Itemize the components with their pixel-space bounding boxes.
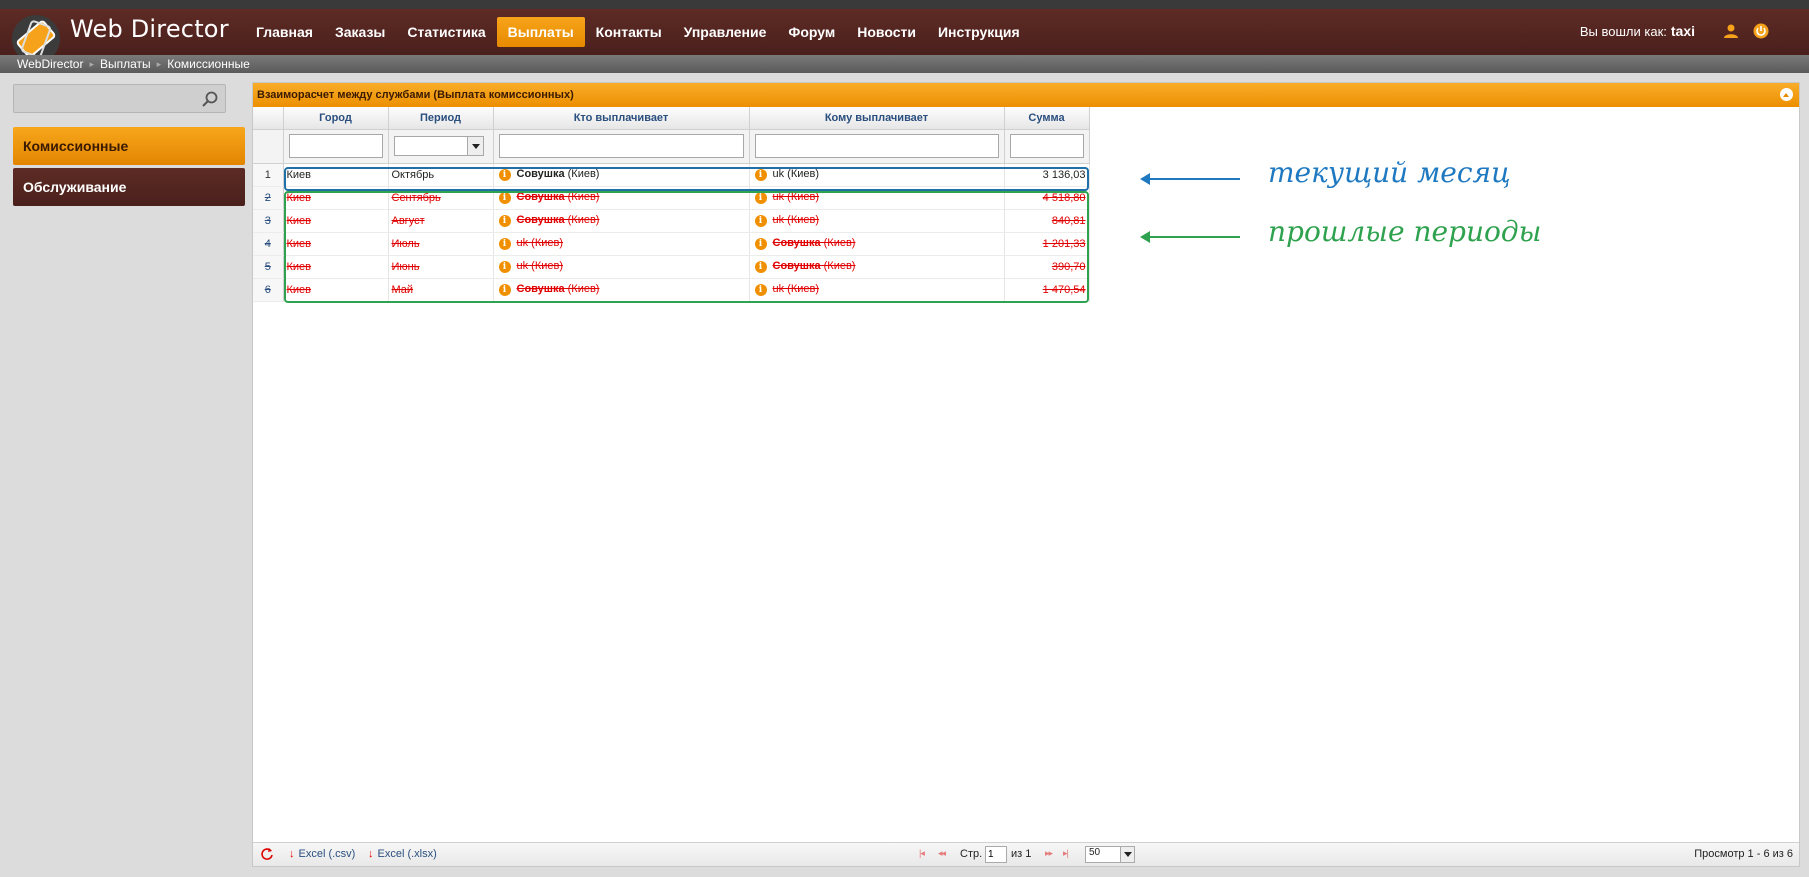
chevron-down-icon[interactable] xyxy=(1120,847,1134,862)
filter-period-select[interactable] xyxy=(393,136,484,156)
download-icon: ↓ xyxy=(289,848,295,860)
breadcrumb-separator-icon: ▸ xyxy=(89,59,94,69)
past-periods-arrow-icon xyxy=(1140,231,1240,243)
breadcrumb-separator-icon: ▸ xyxy=(156,59,162,69)
breadcrumb-payments[interactable]: Выплаты xyxy=(100,57,151,71)
filter-row xyxy=(253,129,1090,164)
page-size-value: 50 xyxy=(1089,847,1101,858)
row-number: 5 xyxy=(253,255,284,279)
column-header-rownum xyxy=(253,107,284,130)
breadcrumb-webdirector[interactable]: WebDirector xyxy=(17,57,83,71)
nav-statistics[interactable]: Статистика xyxy=(396,17,496,47)
nav-news[interactable]: Новости xyxy=(846,17,927,47)
sidebar-item-service[interactable]: Обслуживание xyxy=(13,168,245,206)
current-month-annotation: текущий месяц xyxy=(1268,156,1511,189)
chevron-down-icon[interactable] xyxy=(466,137,483,155)
export-csv-button[interactable]: ↓ Excel (.csv) xyxy=(289,848,355,860)
nav-contacts[interactable]: Контакты xyxy=(585,17,673,47)
export-xlsx-button[interactable]: ↓ Excel (.xlsx) xyxy=(368,848,437,860)
row-number: 4 xyxy=(253,232,284,256)
refresh-icon[interactable] xyxy=(260,847,274,861)
collapse-panel-icon[interactable] xyxy=(1780,88,1793,101)
pager-bar: ↓ Excel (.csv) ↓ Excel (.xlsx) |◂ ◂◂ Стр… xyxy=(253,842,1799,866)
filter-payer-input[interactable] xyxy=(498,134,744,158)
filter-period-cell xyxy=(388,129,494,164)
search-input[interactable] xyxy=(14,85,194,112)
user-area: Вы вошли как: taxi xyxy=(1580,23,1769,39)
export-xlsx-label: Excel (.xlsx) xyxy=(377,848,437,860)
column-header-sum[interactable]: Сумма xyxy=(1004,107,1090,130)
main-nav: Главная Заказы Статистика Выплаты Контак… xyxy=(245,17,1031,47)
column-header-period[interactable]: Период xyxy=(388,107,494,130)
nav-instructions[interactable]: Инструкция xyxy=(927,17,1031,47)
filter-payer-cell xyxy=(493,129,750,164)
page-count-label: из 1 xyxy=(1011,848,1032,860)
next-page-icon[interactable]: ▸▸ xyxy=(1045,848,1053,859)
filter-city-cell xyxy=(283,129,389,164)
row-number: 2 xyxy=(253,186,284,210)
page-label: Стр. xyxy=(960,848,983,860)
breadcrumb: WebDirector ▸ Выплаты ▸ Комиссионные xyxy=(17,57,250,71)
app-title: Web Director xyxy=(70,15,229,43)
prev-page-icon[interactable]: ◂◂ xyxy=(938,848,946,859)
page-number-input[interactable] xyxy=(985,846,1007,863)
filter-payee-cell xyxy=(749,129,1005,164)
window-top-strip xyxy=(0,0,1809,9)
first-page-icon[interactable]: |◂ xyxy=(919,848,925,859)
nav-orders[interactable]: Заказы xyxy=(324,17,396,47)
row-number: 3 xyxy=(253,209,284,233)
column-header-city[interactable]: Город xyxy=(283,107,389,130)
search-icon[interactable] xyxy=(201,90,219,108)
filter-sum-cell xyxy=(1004,129,1090,164)
filter-sum-input[interactable] xyxy=(1009,134,1084,158)
current-month-arrow-icon xyxy=(1140,173,1240,185)
breadcrumb-commissions: Комиссионные xyxy=(167,57,250,71)
table-header-row: Город Период Кто выплачивает Кому выплач… xyxy=(253,107,1090,130)
user-name: taxi xyxy=(1670,23,1695,39)
page-size-select[interactable]: 50 xyxy=(1085,846,1135,863)
sidebar-item-commissions[interactable]: Комиссионные xyxy=(13,127,245,165)
past-periods-annotation: прошлые периоды xyxy=(1268,215,1542,248)
row-number: 1 xyxy=(253,163,284,187)
power-logout-icon[interactable] xyxy=(1753,23,1769,39)
nav-forum[interactable]: Форум xyxy=(777,17,846,47)
filter-city-input[interactable] xyxy=(288,134,383,158)
panel-title: Взаиморасчет между службами (Выплата ком… xyxy=(257,89,574,101)
panel-title-bar: Взаиморасчет между службами (Выплата ком… xyxy=(253,83,1799,107)
column-header-payee[interactable]: Кому выплачивает xyxy=(749,107,1005,130)
column-header-payer[interactable]: Кто выплачивает xyxy=(493,107,750,130)
nav-home[interactable]: Главная xyxy=(245,17,324,47)
export-csv-label: Excel (.csv) xyxy=(298,848,356,860)
nav-payments[interactable]: Выплаты xyxy=(496,17,585,47)
past-periods-highlight xyxy=(284,191,1089,303)
records-summary: Просмотр 1 - 6 из 6 xyxy=(1694,848,1793,860)
user-profile-icon[interactable] xyxy=(1723,23,1739,39)
last-page-icon[interactable]: ▸| xyxy=(1063,848,1069,859)
download-icon: ↓ xyxy=(368,848,374,860)
row-number: 6 xyxy=(253,278,284,302)
filter-rownum-cell xyxy=(253,129,284,164)
filter-payee-input[interactable] xyxy=(754,134,999,158)
logged-in-label: Вы вошли как: xyxy=(1579,23,1667,39)
nav-management[interactable]: Управление xyxy=(673,17,778,47)
current-month-highlight xyxy=(284,167,1089,191)
app-header: Web Director Главная Заказы Статистика В… xyxy=(0,9,1809,63)
breadcrumb-bar: WebDirector ▸ Выплаты ▸ Комиссионные xyxy=(0,55,1809,73)
sidebar-search xyxy=(13,84,226,113)
